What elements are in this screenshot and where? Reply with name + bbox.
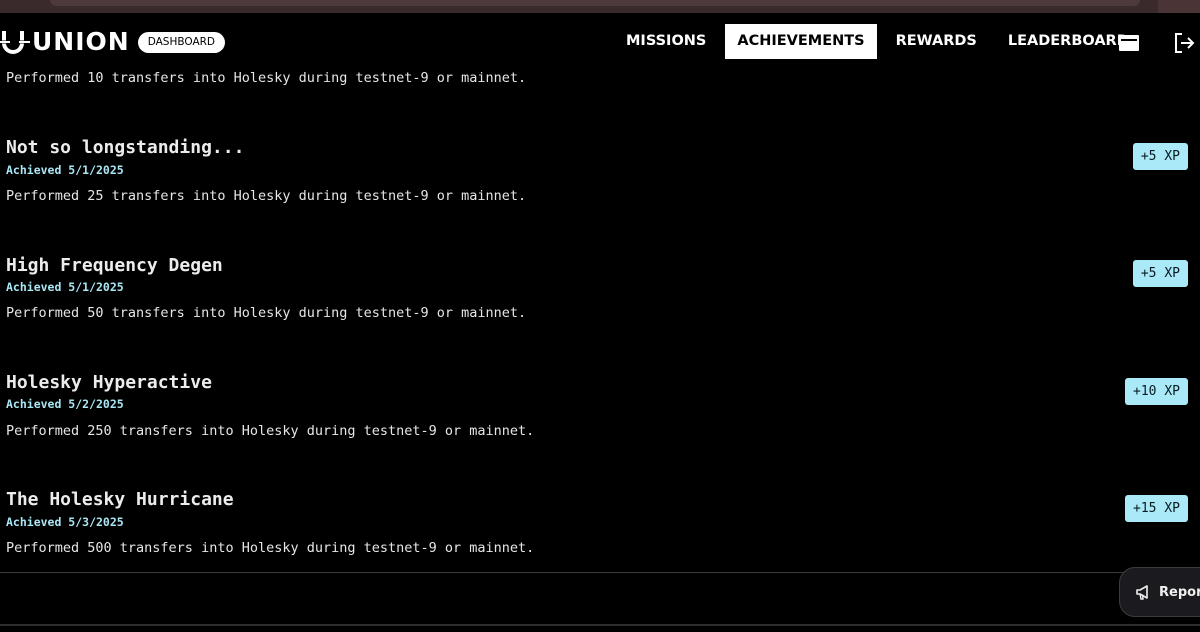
xp-badge: +5 XP: [1132, 143, 1188, 170]
nav-missions[interactable]: MISSIONS: [614, 24, 718, 59]
nav-rewards[interactable]: REWARDS: [884, 24, 989, 59]
inbox-icon[interactable]: [1117, 31, 1141, 55]
main-nav: MISSIONS ACHIEVEMENTS REWARDS LEADERBOAR…: [614, 24, 1148, 59]
achievement-title: Not so longstanding...: [6, 137, 245, 158]
achievement-title: The Holesky Hurricane: [6, 489, 234, 510]
browser-edge: [1158, 0, 1200, 13]
achievement-description: Performed 250 transfers into Holesky dur…: [6, 423, 535, 439]
megaphone-icon: [1136, 585, 1148, 600]
report-label: Report: [1159, 584, 1200, 600]
browser-tab-shape: [50, 0, 1140, 6]
achievement-date: Achieved 5/2/2025: [6, 397, 124, 411]
browser-chrome-strip: [0, 0, 1200, 13]
achievement-title: High Frequency Degen: [6, 255, 223, 276]
achievement-title: Holesky Hyperactive: [6, 372, 212, 393]
union-logo[interactable]: UNION DASHBOARD: [0, 27, 226, 57]
achievement-date: Achieved 5/1/2025: [6, 280, 124, 294]
achievement-description: Performed 25 transfers into Holesky duri…: [6, 188, 527, 204]
report-button[interactable]: Report: [1119, 567, 1200, 617]
nav-achievements[interactable]: ACHIEVEMENTS: [725, 24, 877, 59]
achievement-description: Performed 500 transfers into Holesky dur…: [6, 540, 535, 556]
xp-badge: +5 XP: [1132, 260, 1188, 287]
logout-icon[interactable]: [1172, 31, 1196, 55]
achievement-description-partial: Performed 10 transfers into Holesky duri…: [6, 70, 527, 86]
xp-badge: +10 XP: [1125, 378, 1188, 405]
achievement-date: Achieved 5/3/2025: [6, 515, 124, 529]
footer-divider: [0, 624, 1200, 626]
content-divider: [0, 572, 1200, 573]
achievement-description: Performed 50 transfers into Holesky duri…: [6, 305, 527, 321]
union-logo-icon: [0, 31, 30, 54]
xp-badge: +15 XP: [1125, 495, 1188, 522]
achievement-date: Achieved 5/1/2025: [6, 163, 124, 177]
top-header: UNION DASHBOARD MISSIONS ACHIEVEMENTS RE…: [0, 13, 1200, 70]
logo-text: UNION: [32, 27, 130, 56]
dashboard-badge[interactable]: DASHBOARD: [137, 31, 226, 53]
